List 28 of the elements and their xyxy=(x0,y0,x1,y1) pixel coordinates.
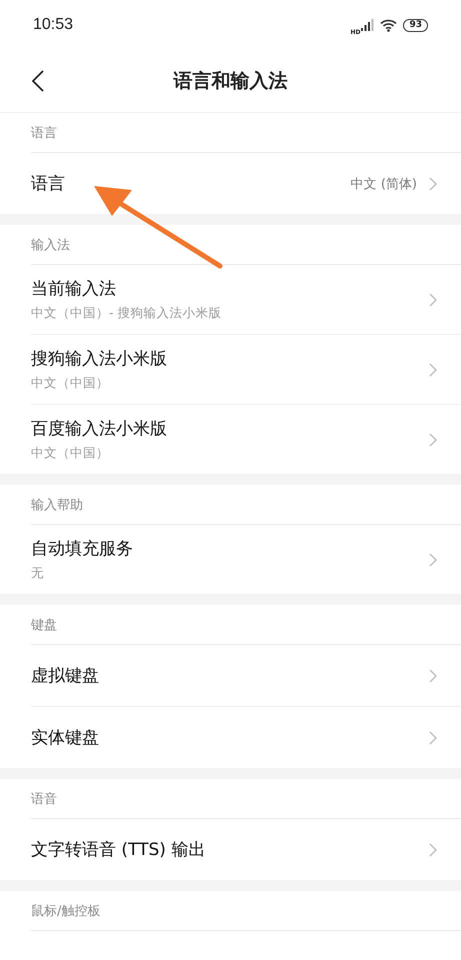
settings-row[interactable]: 当前输入法 中文（中国）- 搜狗输入法小米版 xyxy=(31,265,461,335)
section-header: 输入法 xyxy=(31,225,461,265)
battery-indicator: 93 xyxy=(403,18,428,32)
signal-icon xyxy=(361,19,374,31)
page-title: 语言和输入法 xyxy=(174,69,288,94)
chevron-icon xyxy=(429,842,437,856)
chevron-icon xyxy=(429,552,437,566)
chevron-icon xyxy=(429,362,437,376)
chevron-icon xyxy=(429,292,437,306)
section-header: 语言 xyxy=(31,113,461,153)
settings-row[interactable]: 自动填充服务 无 xyxy=(31,525,461,594)
settings-row[interactable]: 文字转语音 (TTS) 输出 xyxy=(31,819,461,880)
settings-row[interactable]: 虚拟键盘 xyxy=(31,645,461,707)
settings-row[interactable]: 百度输入法小米版 中文（中国） xyxy=(31,405,461,474)
section-header: 鼠标/触控板 xyxy=(31,891,461,931)
back-icon[interactable] xyxy=(32,70,44,92)
chevron-icon xyxy=(429,432,437,446)
chevron-icon xyxy=(429,668,437,682)
chevron-icon xyxy=(429,176,437,190)
section-header: 键盘 xyxy=(31,605,461,645)
status-time: 10:53 xyxy=(33,16,74,34)
section-header: 输入帮助 xyxy=(31,485,461,525)
section-header: 语音 xyxy=(31,779,461,819)
settings-row[interactable]: 搜狗输入法小米版 中文（中国） xyxy=(31,335,461,405)
settings-row[interactable]: 语言 中文 (简体) xyxy=(31,153,461,214)
chevron-icon xyxy=(429,730,437,744)
wifi-icon xyxy=(380,18,398,32)
settings-row[interactable]: 实体键盘 xyxy=(31,707,461,768)
